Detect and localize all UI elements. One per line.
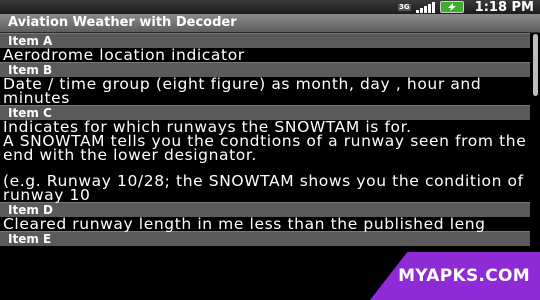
watermark-banner: MYAPKS.COM [370, 252, 540, 300]
status-icons: 3G 1:18 PM [398, 0, 534, 15]
section-body: Cleared runway length in me less than th… [0, 215, 530, 233]
section-text: Indicates for which runways the SNOWTAM … [3, 118, 527, 164]
decoder-list[interactable]: Item A Aerodrome location indicator Item… [0, 33, 530, 246]
app-title-bar: Aviation Weather with Decoder [0, 14, 540, 33]
scrollbar[interactable] [533, 34, 538, 96]
list-item-b[interactable]: Item B Date / time group (eight figure) … [0, 62, 530, 107]
section-body: Aerodrome location indicator [0, 46, 530, 64]
section-body: Indicates for which runways the SNOWTAM … [0, 118, 530, 204]
app-title: Aviation Weather with Decoder [8, 15, 237, 30]
clock: 1:18 PM [474, 0, 534, 15]
list-item-d[interactable]: Item D Cleared runway length in me less … [0, 202, 530, 233]
section-body: Date / time group (eight figure) as mont… [0, 75, 530, 107]
section-header: Item E [0, 231, 530, 246]
list-item-a[interactable]: Item A Aerodrome location indicator [0, 33, 530, 64]
section-text: (e.g. Runway 10/28; the SNOWTAM shows yo… [3, 172, 530, 204]
section-text: Date / time group (eight figure) as mont… [3, 75, 487, 107]
watermark-text: MYAPKS.COM [398, 266, 530, 286]
list-item-e[interactable]: Item E [0, 231, 530, 246]
section-text: Cleared runway length in me less than th… [3, 215, 486, 233]
section-text: Aerodrome location indicator [3, 46, 245, 64]
battery-charging-icon [439, 1, 464, 13]
signal-strength-icon [415, 1, 435, 13]
network-3g-icon: 3G [398, 2, 411, 11]
list-item-c[interactable]: Item C Indicates for which runways the S… [0, 105, 530, 204]
status-bar: 3G 1:18 PM [0, 0, 540, 15]
